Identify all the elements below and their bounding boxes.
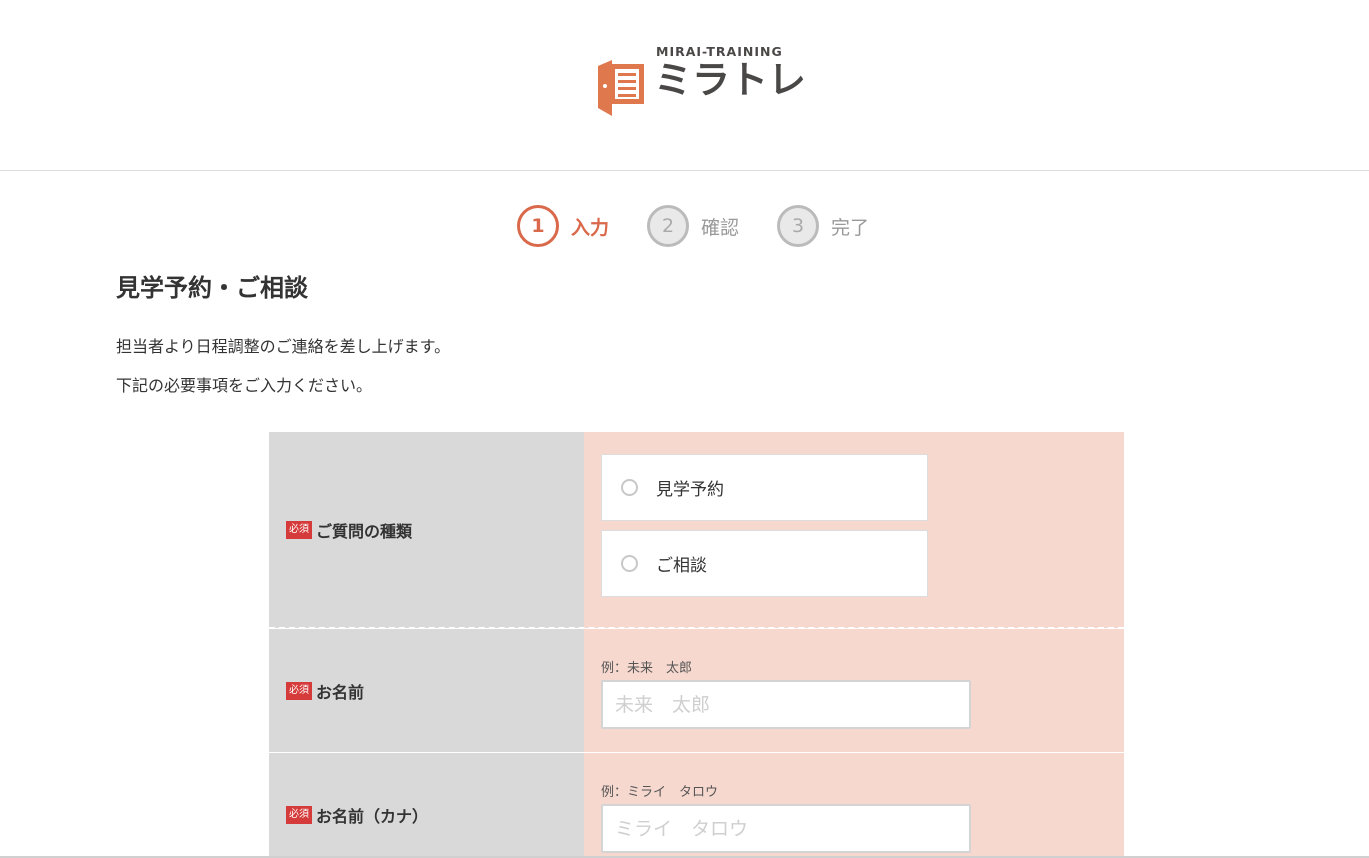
intro-text-line1: 担当者より日程調整のご連絡を差し上げます。: [116, 337, 451, 356]
site-header: MIRAI-TRAINING ミラトレ: [0, 0, 1369, 171]
radio-option-label: 見学予約: [656, 480, 724, 500]
radio-option-consultation[interactable]: ご相談: [601, 530, 928, 597]
progress-steps: 1 入力 2 確認 3 完了: [0, 204, 1369, 248]
step-complete: 3 完了: [777, 204, 869, 248]
form-row-name: 必須 お名前 例：未来 太郎: [269, 629, 1124, 752]
name-label: 必須 お名前: [286, 679, 364, 703]
intro-text-line2: 下記の必要事項をご入力ください。: [116, 376, 373, 395]
radio-button[interactable]: [621, 555, 638, 572]
name-label-text: お名前: [316, 683, 365, 702]
step-label: 入力: [571, 216, 610, 239]
radio-option-label: ご相談: [656, 556, 707, 576]
name-example: 例：未来 太郎: [601, 661, 693, 676]
step-label: 確認: [701, 216, 740, 239]
step-number: 2: [647, 205, 689, 247]
radio-button[interactable]: [621, 479, 638, 496]
required-badge: 必須: [286, 682, 312, 700]
step-label: 完了: [831, 216, 870, 239]
required-badge: 必須: [286, 521, 312, 539]
required-badge: 必須: [286, 806, 312, 824]
mirai-training-logo[interactable]: MIRAI-TRAINING ミラトレ: [598, 42, 806, 118]
reservation-form: 必須 ご質問の種類 見学予約 ご相談 必須 お名前 例：未来 太郎 必須 お名前…: [269, 432, 1124, 858]
logo-door-icon: [598, 60, 644, 116]
step-input: 1 入力: [517, 204, 609, 248]
name-kana-input[interactable]: [601, 804, 971, 853]
form-row-name-kana: 必須 お名前（カナ） 例：ミライ タロウ: [269, 753, 1124, 858]
step-number: 1: [517, 205, 559, 247]
form-row-question-type: 必須 ご質問の種類 見学予約 ご相談: [269, 432, 1124, 628]
name-kana-label: 必須 お名前（カナ）: [286, 803, 428, 827]
name-kana-example: 例：ミライ タロウ: [601, 785, 719, 800]
logo-title: ミラトレ: [654, 58, 807, 102]
step-confirm: 2 確認: [647, 204, 739, 248]
question-type-label: 必須 ご質問の種類: [286, 518, 412, 542]
radio-option-visit[interactable]: 見学予約: [601, 454, 928, 521]
page-title: 見学予約・ご相談: [116, 274, 308, 302]
question-type-label-text: ご質問の種類: [316, 522, 413, 541]
name-input[interactable]: [601, 680, 971, 729]
step-number: 3: [777, 205, 819, 247]
name-kana-label-text: お名前（カナ）: [316, 807, 429, 826]
logo-subtitle: MIRAI-TRAINING: [656, 44, 783, 59]
